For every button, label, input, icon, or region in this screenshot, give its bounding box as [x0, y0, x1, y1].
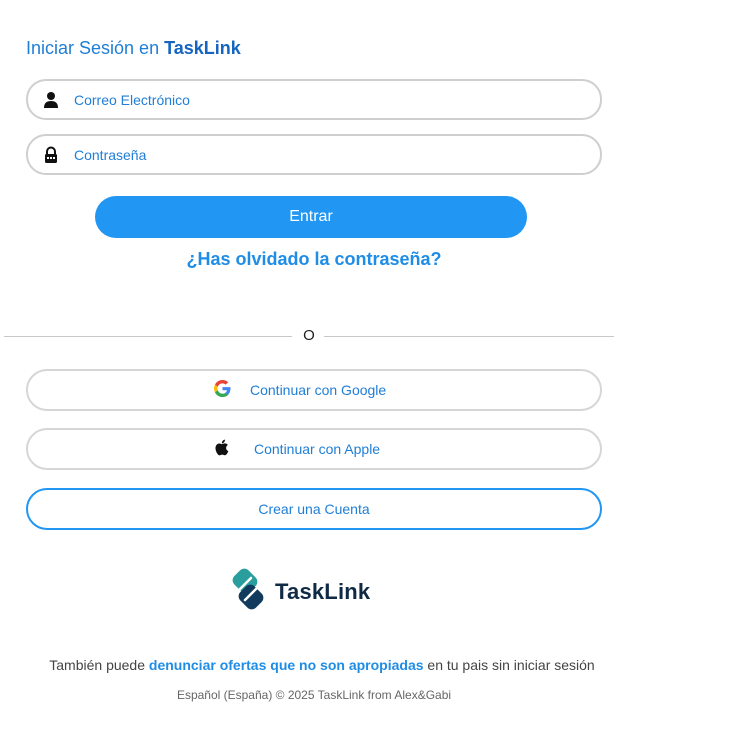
email-input[interactable]	[74, 81, 574, 118]
apple-icon	[214, 439, 229, 459]
divider-line-left	[4, 336, 292, 337]
lock-icon	[43, 146, 59, 164]
google-icon	[214, 380, 231, 400]
google-signin-label: Continuar con Google	[250, 382, 387, 398]
tasklink-logo-text: TaskLink	[275, 578, 371, 604]
tasklink-logo-icon	[227, 568, 269, 615]
apple-signin-label: Continuar con Apple	[254, 441, 381, 457]
footer-suffix: en tu pais sin iniciar sesión	[427, 657, 595, 673]
user-icon	[43, 91, 59, 109]
copyright-text: Español (España) © 2025 TaskLink from Al…	[176, 688, 452, 702]
forgot-password-link[interactable]: ¿Has olvidado la contraseña?	[26, 249, 602, 270]
footer-prefix: También puede	[49, 657, 146, 673]
report-offers-notice: También puede denunciar ofertas que no s…	[0, 657, 644, 673]
google-signin-button[interactable]: Continuar con Google	[26, 369, 602, 411]
divider-line-right	[324, 336, 614, 337]
title-brand: TaskLink	[164, 38, 241, 58]
password-field[interactable]	[26, 134, 602, 175]
apple-signin-button[interactable]: Continuar con Apple	[26, 428, 602, 470]
title-prefix: Iniciar Sesión en	[26, 38, 160, 58]
report-offers-link[interactable]: denunciar ofertas que no son apropiadas	[149, 657, 424, 673]
email-field[interactable]	[26, 79, 602, 120]
divider-label: O	[303, 327, 315, 344]
password-input[interactable]	[74, 136, 574, 173]
tasklink-logo: TaskLink	[227, 568, 370, 615]
page-title: Iniciar Sesión en TaskLink	[26, 38, 241, 59]
login-page: Iniciar Sesión en TaskLink Entrar ¿Has o…	[0, 0, 736, 738]
create-account-button[interactable]: Crear una Cuenta	[26, 488, 602, 530]
login-button[interactable]: Entrar	[95, 196, 527, 238]
